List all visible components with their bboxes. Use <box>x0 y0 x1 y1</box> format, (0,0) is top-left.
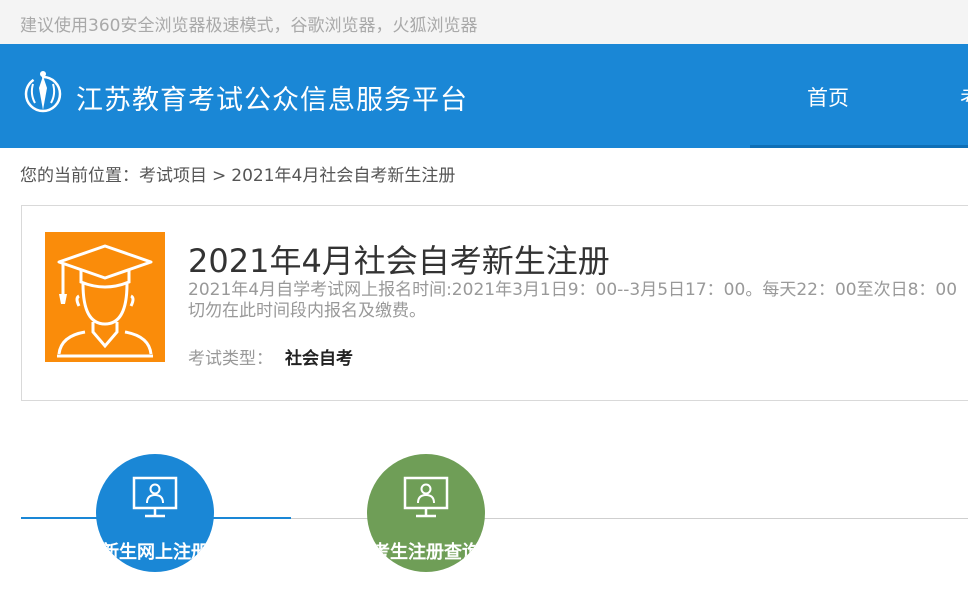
monitor-user-icon <box>403 476 449 518</box>
site-title: 江苏教育考试公众信息服务平台 <box>76 85 468 116</box>
breadcrumb-current: 2021年4月社会自考新生注册 <box>231 166 456 186</box>
exam-type-row: 考试类型： 社会自考 <box>188 344 353 369</box>
exam-title: 2021年4月社会自考新生注册 <box>188 242 610 280</box>
monitor-user-icon <box>132 476 178 518</box>
step-new-student-registration-button[interactable]: 新生网上注册 <box>96 454 214 572</box>
step-label: 考生注册查询 <box>372 542 480 563</box>
exam-description-line-2: 切勿在此时间段内报名及缴费。 <box>188 301 426 321</box>
exam-type-value: 社会自考 <box>285 349 353 369</box>
breadcrumb-prefix: 您的当前位置： <box>20 166 139 186</box>
breadcrumb-link-exam-projects[interactable]: 考试项目 <box>139 166 207 186</box>
nav-active-underline <box>750 145 968 148</box>
step-label: 新生网上注册 <box>101 542 209 563</box>
breadcrumb: 您的当前位置：考试项目 >2021年4月社会自考新生注册 <box>20 161 455 186</box>
nav-item-exam[interactable]: 考 <box>960 82 968 112</box>
exam-description-line-1: 2021年4月自学考试网上报名时间:2021年3月1日9：00--3月5日17：… <box>188 280 958 300</box>
exam-info-card: 2021年4月社会自考新生注册 2021年4月自学考试网上报名时间:2021年3… <box>21 205 968 401</box>
browser-notice-bar: 建议使用360安全浏览器极速模式，谷歌浏览器，火狐浏览器 <box>0 0 968 44</box>
breadcrumb-separator: > <box>212 166 227 186</box>
exam-type-label: 考试类型： <box>188 349 273 369</box>
step-registration-query-button[interactable]: 考生注册查询 <box>367 454 485 572</box>
site-logo-icon <box>24 71 62 113</box>
nav-item-home[interactable]: 首页 <box>807 82 849 112</box>
graduate-icon <box>45 232 165 362</box>
exam-description: 2021年4月自学考试网上报名时间:2021年3月1日9：00--3月5日17：… <box>188 280 968 322</box>
browser-notice-text: 建议使用360安全浏览器极速模式，谷歌浏览器，火狐浏览器 <box>20 16 478 36</box>
site-header: 江苏教育考试公众信息服务平台 首页 考 <box>0 44 968 148</box>
